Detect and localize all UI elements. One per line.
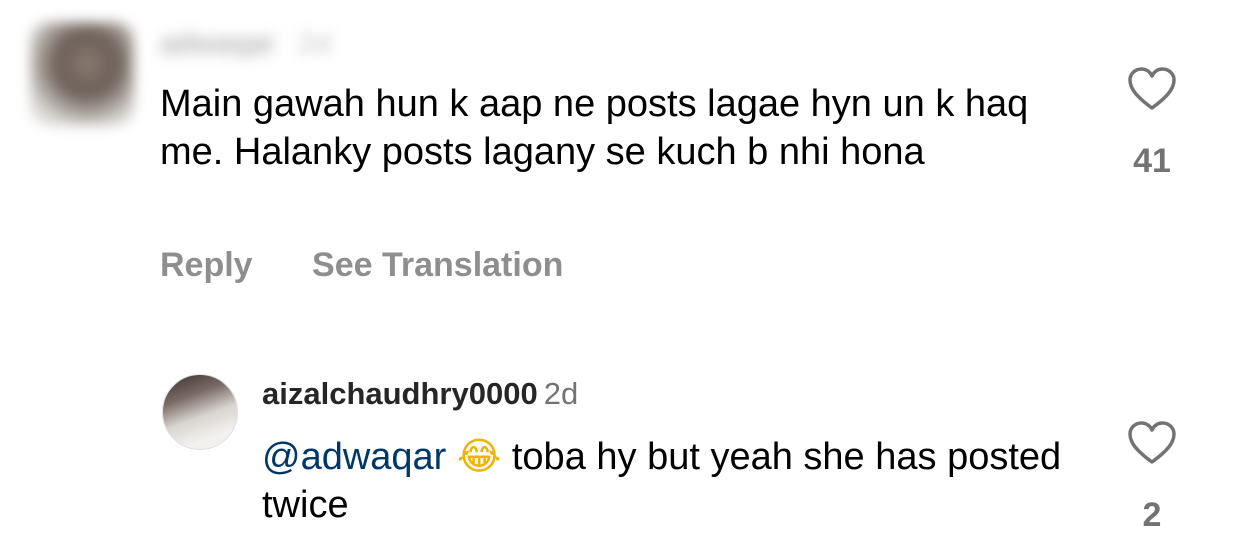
like-count: 2 <box>1142 496 1162 534</box>
see-translation-button[interactable]: See Translation <box>312 246 563 284</box>
reply-text: @adwaqar 😂 toba hy but yeah she has post… <box>262 432 1122 529</box>
comment-text: Main gawah hun k aap ne posts lagae hyn … <box>160 83 1029 173</box>
reply-button[interactable]: Reply <box>160 246 253 284</box>
laughing-emoji: 😂 <box>456 434 502 478</box>
avatar[interactable] <box>30 22 134 126</box>
avatar[interactable] <box>162 374 238 450</box>
comment-meta: adwaqar 2d <box>160 26 331 62</box>
like-control: 2 <box>1122 420 1182 535</box>
reply-username[interactable]: aizalchaudhry0000 <box>262 376 538 411</box>
comment-username[interactable]: adwaqar <box>160 26 275 62</box>
like-count: 41 <box>1133 142 1171 180</box>
comment-item: adwaqar 2d Main gawah hun k aap ne posts… <box>0 0 1242 320</box>
reply-meta: aizalchaudhry0000 2d <box>262 374 578 414</box>
reply-timestamp: 2d <box>543 376 579 411</box>
comment-actions: Reply See Translation <box>160 246 613 285</box>
heart-outline-icon[interactable] <box>1127 66 1177 112</box>
like-control: 41 <box>1122 66 1182 181</box>
mention-link[interactable]: @adwaqar <box>262 436 446 478</box>
heart-outline-icon[interactable] <box>1127 420 1177 466</box>
comment-timestamp: 2d <box>297 27 331 60</box>
reply-item: aizalchaudhry0000 2d @adwaqar 😂 toba hy b… <box>0 330 1242 552</box>
